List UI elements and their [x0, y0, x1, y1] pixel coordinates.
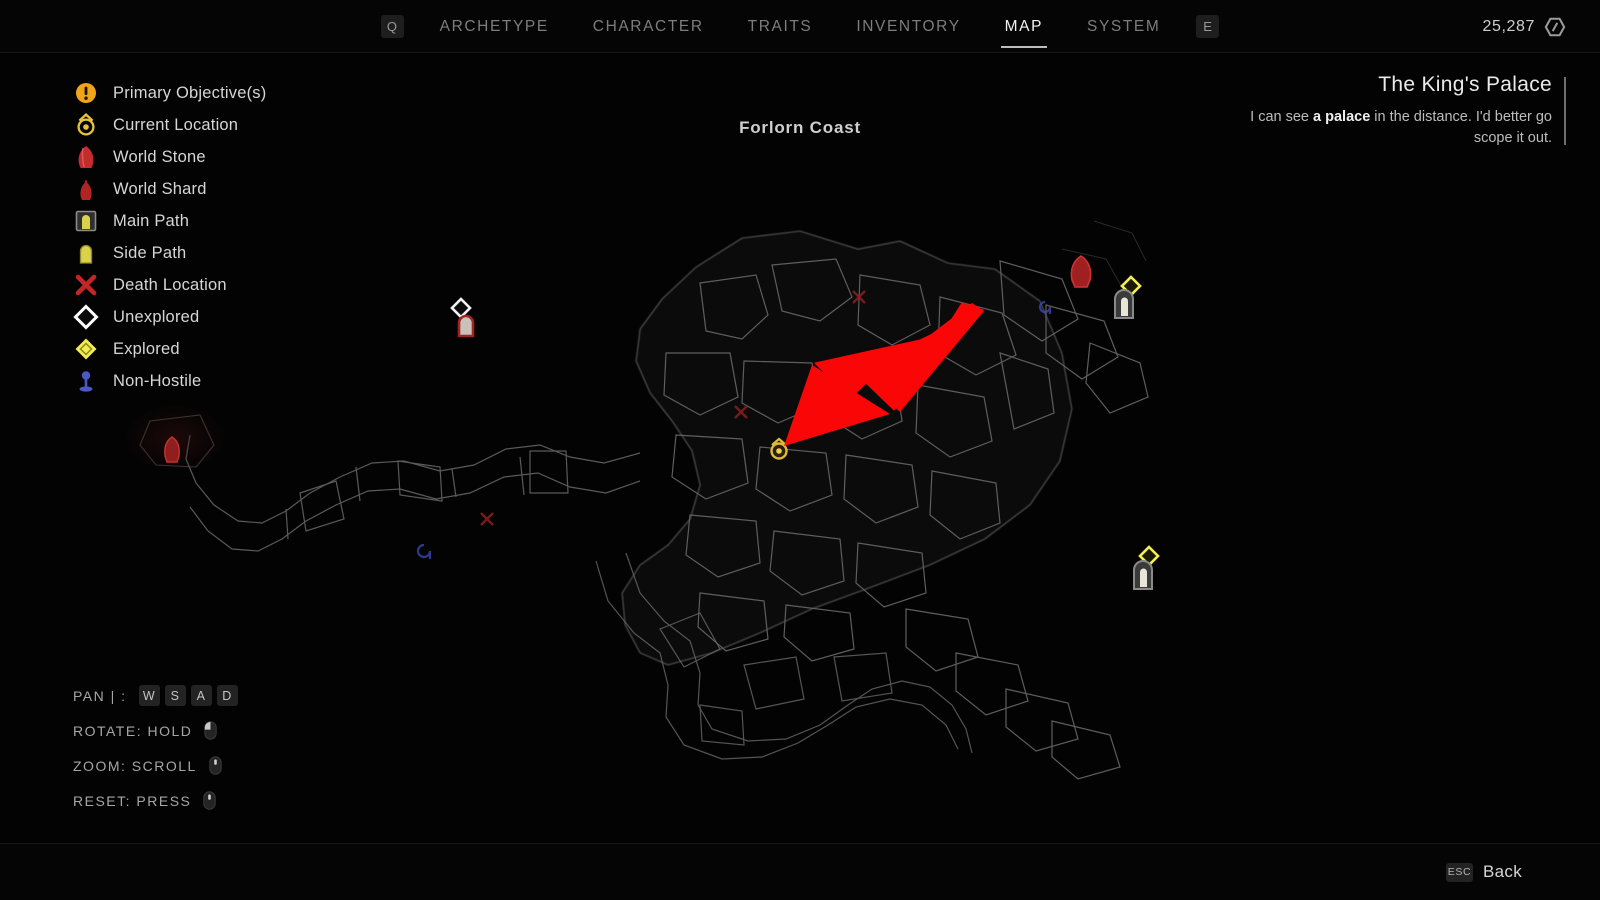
world-shard-icon [80, 179, 92, 200]
marker-world-stone [1070, 255, 1092, 288]
legend-label: Death Location [113, 275, 227, 294]
quest-desc-highlight: a palace [1313, 109, 1371, 125]
prev-tab-key-icon[interactable]: Q [380, 15, 404, 38]
bottom-bar: ESC Back [0, 843, 1600, 900]
top-navigation-bar: Q ARCHETYPE CHARACTER TRAITS INVENTORY M… [0, 0, 1600, 53]
mouse-wheel-icon [209, 756, 222, 775]
tab-character[interactable]: CHARACTER [571, 0, 726, 53]
next-tab-key-icon[interactable]: E [1196, 15, 1220, 38]
control-label: ROTATE: HOLD [73, 722, 193, 739]
marker-death-location [480, 290, 866, 526]
legend-item-primary-objective: Primary Objective(s) [73, 77, 373, 109]
tab-system[interactable]: SYSTEM [1065, 0, 1182, 53]
legend-label: Unexplored [113, 307, 200, 326]
control-label: PAN | : [73, 687, 127, 704]
legend-label: World Stone [113, 147, 206, 166]
mouse-left-button-icon [204, 721, 218, 740]
legend-item-world-shard: World Shard [73, 173, 373, 205]
tab-archetype[interactable]: ARCHETYPE [418, 0, 571, 53]
marker-main-path-door [1114, 289, 1134, 319]
world-stone-icon [78, 146, 94, 168]
legend-item-main-path: Main Path [73, 205, 373, 237]
main-path-door-icon [75, 210, 97, 232]
control-label: ZOOM: SCROLL [73, 757, 197, 774]
pan-keys: W S A D [138, 685, 238, 706]
tab-inventory[interactable]: INVENTORY [834, 0, 982, 53]
legend-label: Current Location [113, 115, 239, 134]
unexplored-diamond-icon [73, 304, 99, 330]
marker-unexplored-diamond [450, 297, 472, 319]
map-legend: Primary Objective(s) Current Location Wo… [73, 77, 373, 397]
legend-item-current-location: Current Location [73, 109, 373, 141]
side-path-door-icon [79, 244, 93, 264]
legend-label: Main Path [113, 211, 190, 230]
non-hostile-icon [79, 371, 93, 392]
legend-label: Non-Hostile [113, 371, 202, 390]
currency-display: 25,287 [1482, 0, 1566, 53]
quest-panel: The King's Palace I can see a palace in … [1236, 73, 1566, 148]
legend-item-side-path: Side Path [73, 237, 373, 269]
scrap-hexagon-icon [1544, 17, 1566, 36]
legend-item-death-location: Death Location [73, 269, 373, 301]
quest-desc-before: I can see [1250, 109, 1314, 125]
legend-item-non-hostile: Non-Hostile [73, 365, 373, 397]
map-controls-hints: PAN | : W S A D ROTATE: HOLD ZOOM: SCROL… [73, 678, 238, 818]
key-d[interactable]: D [216, 685, 238, 706]
quest-title: The King's Palace [1378, 73, 1552, 96]
map-screen: Q ARCHETYPE CHARACTER TRAITS INVENTORY M… [0, 0, 1600, 900]
mouse-wheel-icon [203, 791, 217, 810]
esc-key-icon[interactable]: ESC [1446, 862, 1473, 882]
back-button[interactable]: Back [1483, 862, 1522, 882]
tab-list: Q ARCHETYPE CHARACTER TRAITS INVENTORY M… [0, 0, 1600, 53]
quest-desc-after: in the distance. I'd better go scope it … [1370, 109, 1552, 146]
control-hint-reset: RESET: PRESS [73, 783, 238, 818]
key-w[interactable]: W [138, 685, 160, 706]
marker-side-path-door [457, 314, 475, 338]
control-hint-zoom: ZOOM: SCROLL [73, 748, 238, 783]
legend-label: Primary Objective(s) [113, 83, 267, 102]
marker-main-path-door [1133, 560, 1153, 590]
marker-current-location [770, 437, 788, 460]
legend-label: Side Path [113, 243, 187, 262]
currency-amount: 25,287 [1482, 17, 1535, 35]
legend-item-world-stone: World Stone [73, 141, 373, 173]
quest-description: I can see a palace in the distance. I'd … [1236, 107, 1552, 148]
key-s[interactable]: S [164, 685, 186, 706]
tab-traits[interactable]: TRAITS [726, 0, 835, 53]
exclamation-circle-icon [76, 83, 96, 103]
explored-diamond-icon [75, 338, 97, 360]
control-hint-rotate: ROTATE: HOLD [73, 713, 238, 748]
marker-world-shard [164, 436, 180, 463]
marker-non-hostile [416, 300, 1052, 559]
key-a[interactable]: A [190, 685, 212, 706]
control-label: RESET: PRESS [73, 792, 192, 809]
legend-label: Explored [113, 339, 180, 358]
current-location-icon [77, 113, 95, 136]
death-cross-icon [75, 274, 97, 296]
tab-map[interactable]: MAP [983, 0, 1065, 53]
legend-label: World Shard [113, 179, 207, 198]
control-hint-pan: PAN | : W S A D [73, 678, 238, 713]
legend-item-unexplored: Unexplored [73, 301, 373, 333]
legend-item-explored: Explored [73, 333, 373, 365]
